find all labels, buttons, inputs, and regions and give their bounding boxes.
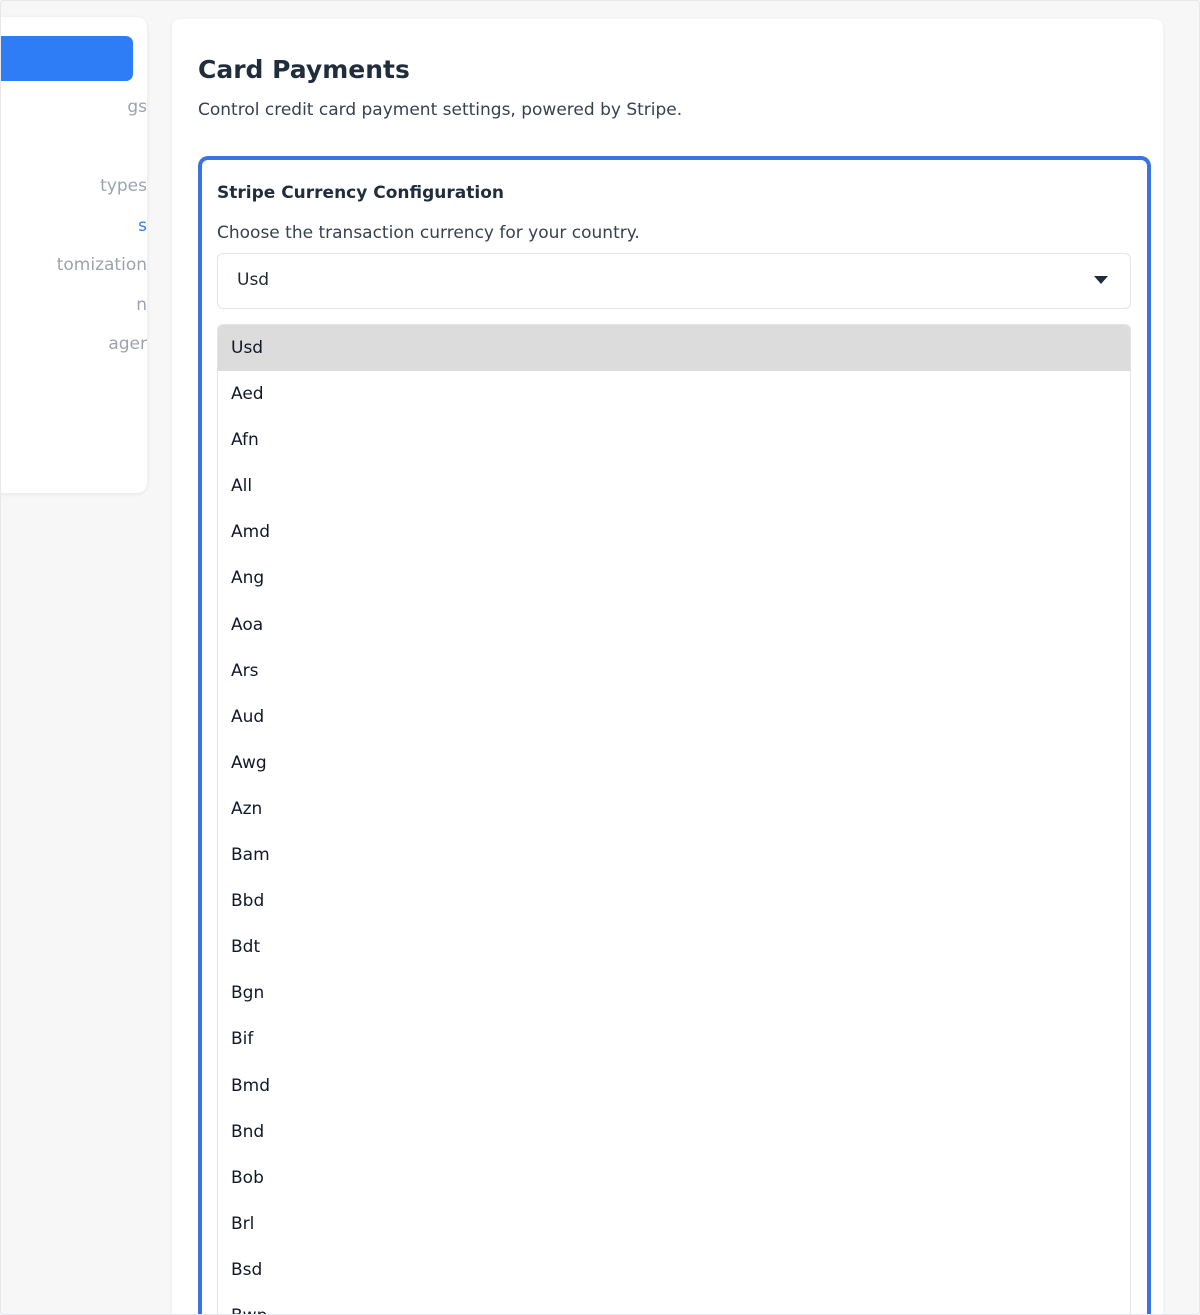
sidebar-active-item[interactable] [1,36,133,81]
currency-option-bsd[interactable]: Bsd [218,1247,1130,1293]
app-frame: gs types s tomization n ager Card Paymen… [0,0,1200,1315]
sidebar-item-n[interactable]: n [1,293,147,317]
currency-option-bmd[interactable]: Bmd [218,1063,1130,1109]
settings-sidebar: gs types s tomization n ager [1,17,147,493]
currency-option-bif[interactable]: Bif [218,1016,1130,1062]
currency-option-bgn[interactable]: Bgn [218,970,1130,1016]
section-title: Stripe Currency Configuration [217,183,504,203]
currency-dropdown-list[interactable]: Usd Aed Afn All Amd Ang Aoa Ars Aud Awg Azn Bam Bbd B… [217,324,1131,1314]
currency-option-aoa[interactable]: Aoa [218,602,1130,648]
currency-option-awg[interactable]: Awg [218,740,1130,786]
currency-option-ang[interactable]: Ang [218,555,1130,601]
sidebar-item-customization[interactable]: tomization [1,253,147,277]
caret-down-icon [1094,276,1108,284]
page-subtitle: Control credit card payment settings, po… [198,100,683,120]
currency-option-bam[interactable]: Bam [218,832,1130,878]
sidebar-item-types[interactable]: types [1,174,147,198]
currency-option-bbd[interactable]: Bbd [218,878,1130,924]
currency-select[interactable]: Usd [217,253,1131,309]
currency-config-section: Stripe Currency Configuration Choose the… [198,156,1151,1314]
currency-option-usd[interactable]: Usd [218,325,1130,372]
currency-option-bnd[interactable]: Bnd [218,1109,1130,1155]
currency-option-bob[interactable]: Bob [218,1155,1130,1201]
currency-option-bdt[interactable]: Bdt [218,924,1130,970]
currency-option-bwp[interactable]: Bwp [218,1293,1130,1314]
sidebar-item-manager[interactable]: ager [1,332,147,356]
currency-option-azn[interactable]: Azn [218,786,1130,832]
currency-option-brl[interactable]: Brl [218,1201,1130,1247]
currency-option-ars[interactable]: Ars [218,648,1130,694]
sidebar-item-payments[interactable]: s [1,214,147,238]
currency-select-value: Usd [237,270,270,290]
currency-option-afn[interactable]: Afn [218,417,1130,463]
currency-option-aed[interactable]: Aed [218,371,1130,417]
section-description: Choose the transaction currency for your… [217,223,640,243]
currency-option-amd[interactable]: Amd [218,509,1130,555]
sidebar-item-settings[interactable]: gs [1,95,147,119]
page-title: Card Payments [198,55,410,84]
currency-option-aud[interactable]: Aud [218,694,1130,740]
main-panel: Card Payments Control credit card paymen… [172,19,1163,1314]
currency-option-all[interactable]: All [218,463,1130,509]
